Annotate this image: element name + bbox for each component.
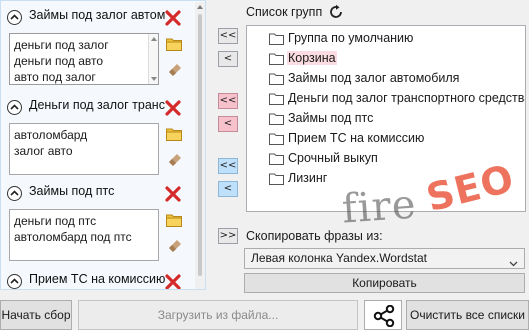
move-all-blue-button[interactable]: << <box>218 158 238 174</box>
group-list-item-label: Займы под птс <box>288 111 374 125</box>
refresh-icon[interactable] <box>328 4 344 20</box>
folder-outline-icon <box>269 53 284 65</box>
collapse-icon[interactable] <box>7 274 22 289</box>
delete-icon[interactable] <box>165 100 181 116</box>
group-card: Деньги под залог транспортного средства … <box>7 97 195 175</box>
group-list-label: Список групп <box>246 5 323 19</box>
phrase-line: автоломбард под птс <box>14 230 132 244</box>
groups-panel: Займы под залог автомобиля деньги под за… <box>0 0 206 290</box>
folder-icon[interactable] <box>166 37 182 51</box>
groups-scrollbar[interactable] <box>195 2 205 289</box>
move-one-button[interactable]: < <box>218 51 238 67</box>
copy-phrases-label: Скопировать фразы из: <box>246 229 383 243</box>
group-title: Прием ТС на комиссию <box>29 272 165 286</box>
move-one-to-trash-button[interactable]: < <box>218 116 238 132</box>
phrase-line: залог авто <box>14 144 73 158</box>
phrase-line: деньги под авто <box>14 54 104 68</box>
group-card: Прием ТС на комиссию <box>7 271 195 289</box>
folder-outline-icon <box>269 113 284 125</box>
folder-icon[interactable] <box>166 213 182 227</box>
phrases-textarea[interactable]: деньги под залог деньги под авто авто по… <box>9 33 159 85</box>
phrase-line: автоломбард <box>14 128 88 142</box>
group-title: Займы под залог автомобиля <box>29 8 165 22</box>
start-collection-button[interactable]: Начать сбор <box>0 300 72 330</box>
group-list[interactable]: Группа по умолчанию Корзина Займы под за… <box>246 25 526 212</box>
textarea-scrollbar[interactable] <box>148 34 158 84</box>
load-from-file-button[interactable]: Загрузить из файла... <box>78 300 358 330</box>
group-title: Займы под птс <box>29 184 115 198</box>
eraser-icon[interactable] <box>168 152 182 166</box>
phrases-textarea[interactable]: деньги под птс автоломбард под птс <box>9 209 159 261</box>
phrase-line: деньги под залог <box>14 38 109 52</box>
group-list-item-label: Срочный выкуп <box>288 151 378 165</box>
group-title: Деньги под залог транспортного средства <box>29 98 165 112</box>
scroll-up-icon[interactable] <box>197 5 203 9</box>
phrase-line: авто под залог <box>14 70 96 84</box>
copy-source-value: Левая колонка Yandex.Wordstat <box>251 251 427 265</box>
collapse-icon[interactable] <box>7 10 22 25</box>
folder-outline-icon <box>269 93 284 105</box>
eraser-icon[interactable] <box>168 62 182 76</box>
share-icon <box>373 305 395 327</box>
chevron-down-icon <box>509 256 518 270</box>
scroll-thumb[interactable] <box>198 14 202 276</box>
group-list-item-label: Деньги под залог транспортного средства <box>288 91 526 105</box>
group-list-item-label: Лизинг <box>288 171 328 185</box>
delete-icon[interactable] <box>165 186 181 202</box>
phrases-textarea[interactable]: автоломбард залог авто <box>9 123 159 175</box>
folder-outline-icon <box>269 33 284 45</box>
group-list-item-label: Займы под залог автомобиля <box>288 71 460 85</box>
collapse-icon[interactable] <box>7 186 22 201</box>
delete-icon[interactable] <box>165 10 181 26</box>
group-list-item-label: Прием ТС на комиссию <box>288 131 425 145</box>
copy-button[interactable]: Копировать <box>244 273 525 293</box>
eraser-icon[interactable] <box>168 238 182 252</box>
copy-phrases-arrow-button[interactable]: >> <box>218 228 238 244</box>
copy-source-select[interactable]: Левая колонка Yandex.Wordstat <box>244 248 525 269</box>
move-all-to-trash-button[interactable]: << <box>218 93 238 109</box>
move-all-button[interactable]: << <box>218 28 238 44</box>
folder-icon[interactable] <box>166 127 182 141</box>
folder-outline-icon <box>269 73 284 85</box>
collapse-icon[interactable] <box>7 100 22 115</box>
group-card: Займы под залог автомобиля деньги под за… <box>7 7 195 85</box>
group-card: Займы под птс деньги под птс автоломбард… <box>7 183 195 261</box>
delete-icon[interactable] <box>165 274 181 289</box>
folder-outline-icon <box>269 133 284 145</box>
group-list-item-label: Группа по умолчанию <box>288 31 414 45</box>
group-list-item-label: Корзина <box>287 51 337 65</box>
clear-all-lists-button[interactable]: Очистить все списки <box>406 300 529 330</box>
phrase-line: деньги под птс <box>14 214 97 228</box>
share-button[interactable] <box>364 300 402 330</box>
move-one-blue-button[interactable]: < <box>218 181 238 197</box>
folder-outline-icon <box>269 173 284 185</box>
folder-outline-icon <box>269 153 284 165</box>
